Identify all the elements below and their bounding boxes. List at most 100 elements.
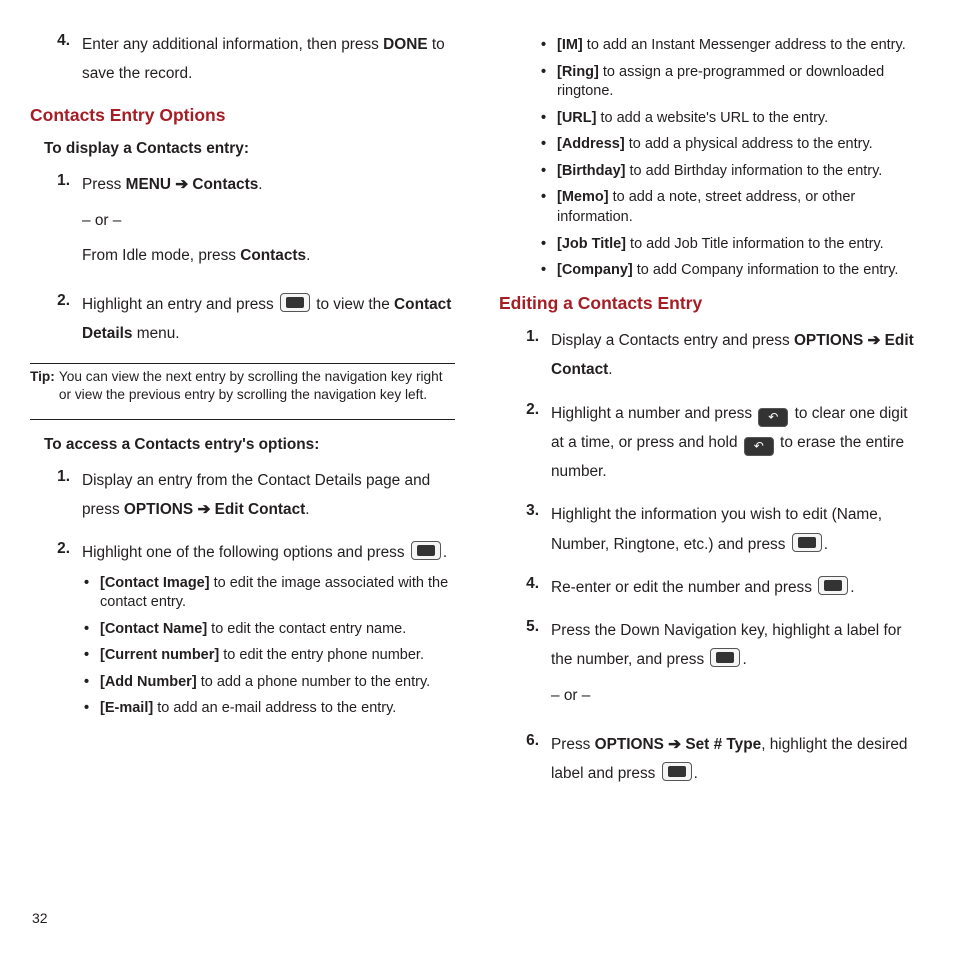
list-item: 6. Press OPTIONS ➔ Set # Type, highlight… [499,730,924,789]
step-number: 2. [499,399,551,487]
text: . [850,579,854,596]
arrow-icon: ➔ [664,736,685,753]
list-item: [Company] to add Company information to … [539,261,924,281]
step-number: 2. [30,538,82,726]
arrow-icon: ➔ [171,176,192,193]
list-item: 2. Highlight a number and press ↶ to cle… [499,399,924,487]
text: . [742,651,746,668]
tip-label: Tip: [30,368,59,405]
ok-key-icon [818,576,848,595]
step-body: Press MENU ➔ Contacts. – or – From Idle … [82,170,455,276]
list-item: 5. Press the Down Navigation key, highli… [499,616,924,716]
text: . [824,536,828,553]
list-item: [Birthday] to add Birthday information t… [539,162,924,182]
text: Highlight an entry and press [82,296,278,313]
ok-key-icon [710,648,740,667]
text: . [608,361,612,378]
bold: [IM] [557,37,583,53]
bold: [Contact Image] [100,575,210,591]
sub-heading: To access a Contacts entry's options: [44,434,455,456]
text: Highlight the information you wish to ed… [551,506,882,552]
step-body: Display a Contacts entry and press OPTIO… [551,326,924,385]
text: . [443,544,447,561]
list-item: [Contact Image] to edit the image associ… [82,574,455,613]
bold: [URL] [557,110,596,126]
step-number: 1. [30,466,82,525]
list-item: [Contact Name] to edit the contact entry… [82,620,455,640]
or-text: – or – [551,681,924,710]
ok-key-icon [792,533,822,552]
list-item: 1. Display a Contacts entry and press OP… [499,326,924,385]
text: . [306,247,310,264]
option-list: [IM] to add an Instant Messenger address… [539,36,924,281]
manual-page: 4. Enter any additional information, the… [0,0,954,954]
ok-key-icon [411,541,441,560]
list-item: [Job Title] to add Job Title information… [539,235,924,255]
list-item: [Add Number] to add a phone number to th… [82,673,455,693]
bold: [Current number] [100,647,219,663]
bold: [Address] [557,136,625,152]
text: . [694,765,698,782]
bold: Contacts [192,176,258,193]
separator [30,363,455,364]
option-list: [Contact Image] to edit the image associ… [82,574,455,719]
bold: Edit Contact [215,501,306,518]
back-key-icon: ↶ [758,408,788,427]
bold: [Birthday] [557,163,625,179]
text: . [258,176,262,193]
step-body: Re-enter or edit the number and press . [551,573,924,602]
tip-text: You can view the next entry by scrolling… [59,368,455,405]
bold: [Company] [557,262,633,278]
text: to add Company information to the entry. [633,262,899,278]
text: Re-enter or edit the number and press [551,579,816,596]
list-item: [Ring] to assign a pre-programmed or dow… [539,63,924,102]
bold: Set # Type [685,736,761,753]
text: to add a phone number to the entry. [197,674,431,690]
arrow-icon: ➔ [193,501,214,518]
page-number: 32 [32,910,48,926]
ok-key-icon [662,762,692,781]
list-item: 1. Display an entry from the Contact Det… [30,466,455,525]
step-body: Highlight one of the following options a… [82,538,455,726]
bold: OPTIONS [794,332,863,349]
list-item: [URL] to add a website's URL to the entr… [539,109,924,129]
list-item: 3. Highlight the information you wish to… [499,500,924,559]
step-number: 2. [30,290,82,349]
list-item: 2. Highlight one of the following option… [30,538,455,726]
bold: [Job Title] [557,236,626,252]
bold: OPTIONS [124,501,193,518]
text: to add a website's URL to the entry. [596,110,828,126]
step-body: Display an entry from the Contact Detail… [82,466,455,525]
sub-heading: To display a Contacts entry: [44,138,455,160]
text: Press [82,176,126,193]
step-body: Press the Down Navigation key, highlight… [551,616,924,716]
text: to add an e-mail address to the entry. [153,700,396,716]
step-number: 1. [499,326,551,385]
text: to edit the contact entry name. [207,621,406,637]
step-number: 4. [30,30,82,89]
text: Highlight a number and press [551,405,756,422]
ok-key-icon [280,293,310,312]
list-item: 1. Press MENU ➔ Contacts. – or – From Id… [30,170,455,276]
back-key-icon: ↶ [744,437,774,456]
step-number: 4. [499,573,551,602]
section-heading: Contacts Entry Options [30,103,455,128]
text: . [305,501,309,518]
text: to add an Instant Messenger address to t… [583,37,906,53]
bold: [Ring] [557,64,599,80]
text: to add Job Title information to the entr… [626,236,884,252]
arrow-icon: ➔ [863,332,884,349]
text: Display a Contacts entry and press [551,332,794,349]
right-column: [IM] to add an Instant Messenger address… [499,30,924,954]
list-item: [Memo] to add a note, street address, or… [539,188,924,227]
list-item: [IM] to add an Instant Messenger address… [539,36,924,56]
list-item: 4. Re-enter or edit the number and press… [499,573,924,602]
text: to view the [312,296,394,313]
text: Highlight one of the following options a… [82,544,409,561]
bold: [Add Number] [100,674,197,690]
text: to edit the entry phone number. [219,647,424,663]
text: menu. [132,325,179,342]
text: From Idle mode, press [82,247,240,264]
step-body: Enter any additional information, then p… [82,30,455,89]
bold: MENU [126,176,171,193]
